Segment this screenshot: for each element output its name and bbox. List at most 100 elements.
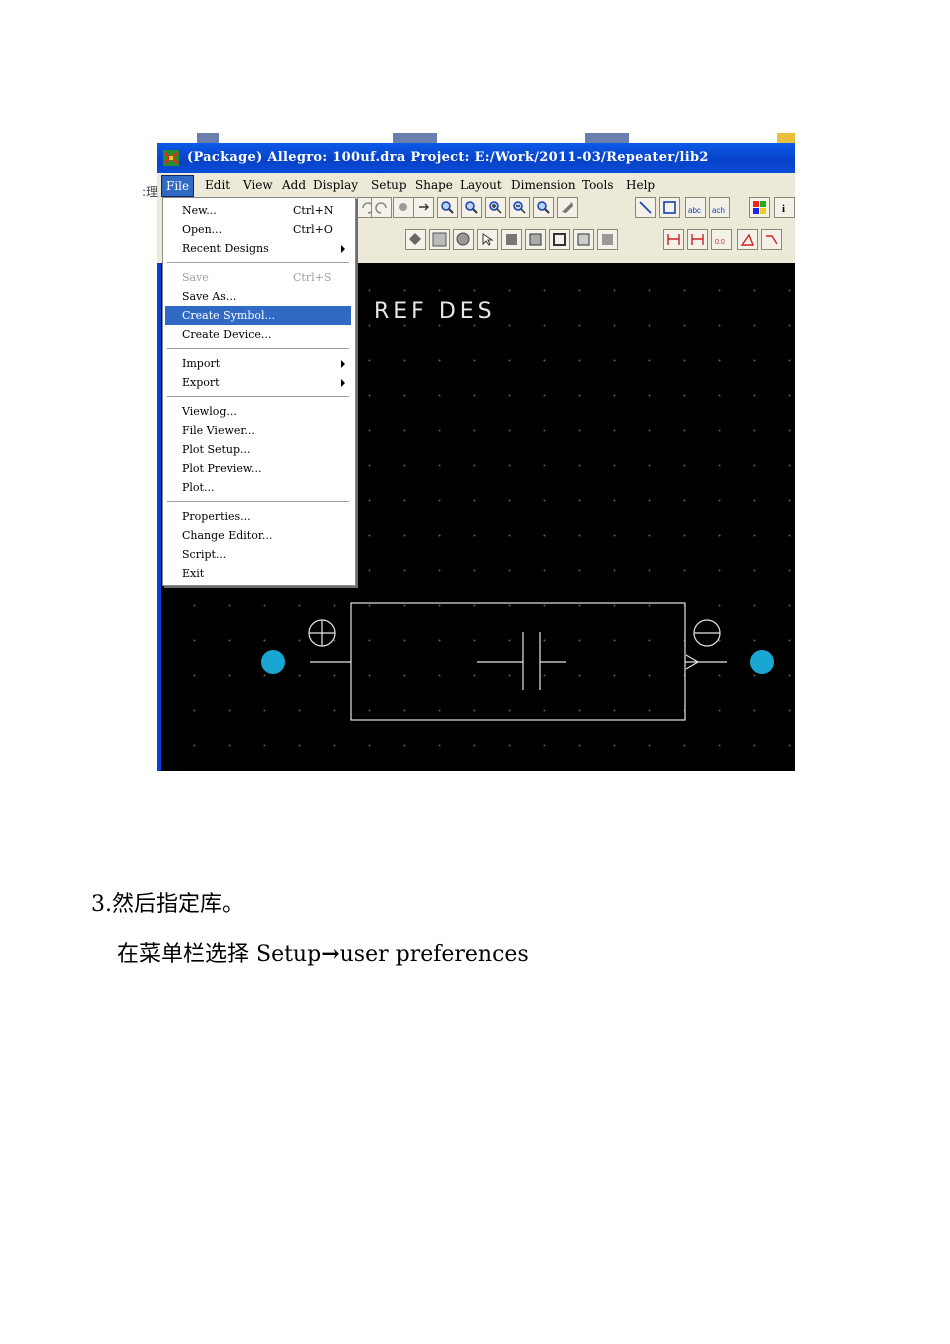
menu-separator bbox=[167, 501, 349, 503]
menu-item-new[interactable]: New... Ctrl+N bbox=[165, 201, 351, 220]
menu-view[interactable]: View bbox=[243, 178, 273, 192]
menu-edit[interactable]: Edit bbox=[205, 178, 230, 192]
allegro-app-icon bbox=[163, 150, 179, 166]
svg-text:i: i bbox=[782, 203, 785, 215]
move-icon[interactable] bbox=[405, 229, 426, 250]
dimension-linear-icon[interactable] bbox=[687, 229, 708, 250]
menu-tools[interactable]: Tools bbox=[582, 178, 614, 192]
menu-item-change-editor[interactable]: Change Editor... bbox=[165, 526, 351, 545]
menu-help[interactable]: Help bbox=[626, 178, 655, 192]
add-line-icon[interactable] bbox=[635, 197, 656, 218]
menu-item-label: Import bbox=[182, 357, 221, 370]
menu-item-label: Viewlog... bbox=[182, 405, 237, 418]
menu-item-script[interactable]: Script... bbox=[165, 545, 351, 564]
redo-icon[interactable] bbox=[371, 197, 392, 218]
change-text-icon[interactable]: ach bbox=[709, 197, 730, 218]
menu-item-label: Open... bbox=[182, 223, 223, 236]
menu-item-open[interactable]: Open... Ctrl+O bbox=[165, 220, 351, 239]
instruction-arrow: → bbox=[321, 941, 340, 967]
menu-item-export[interactable]: Export bbox=[165, 373, 351, 392]
menu-item-viewlog[interactable]: Viewlog... bbox=[165, 402, 351, 421]
menu-item-shortcut: Ctrl+N bbox=[293, 204, 334, 217]
add-text-icon[interactable]: abc bbox=[685, 197, 706, 218]
dimension-icon[interactable] bbox=[663, 229, 684, 250]
menu-dimension[interactable]: Dimension bbox=[511, 178, 576, 192]
redraw-icon[interactable] bbox=[557, 197, 578, 218]
menu-add[interactable]: Add bbox=[282, 178, 306, 192]
menu-shape[interactable]: Shape bbox=[415, 178, 453, 192]
zoom-points-icon[interactable] bbox=[437, 197, 458, 218]
pick-icon[interactable] bbox=[413, 197, 434, 218]
stop-icon[interactable] bbox=[393, 197, 414, 218]
menu-item-recent-designs[interactable]: Recent Designs bbox=[165, 239, 351, 258]
menu-item-plot[interactable]: Plot... bbox=[165, 478, 351, 497]
menu-item-label: Script... bbox=[182, 548, 227, 561]
window-title: (Package) Allegro: 100uf.dra Project: E:… bbox=[187, 150, 709, 165]
svg-text:ach: ach bbox=[712, 206, 725, 215]
menu-item-label: Save bbox=[182, 271, 209, 284]
menu-item-exit[interactable]: Exit bbox=[165, 564, 351, 583]
menu-item-label: Properties... bbox=[182, 510, 251, 523]
menu-separator bbox=[167, 396, 349, 398]
menu-item-plot-preview[interactable]: Plot Preview... bbox=[165, 459, 351, 478]
zoom-out-icon[interactable] bbox=[509, 197, 530, 218]
menu-item-label: Exit bbox=[182, 567, 205, 580]
menu-item-label: Plot... bbox=[182, 481, 215, 494]
menu-item-file-viewer[interactable]: File Viewer... bbox=[165, 421, 351, 440]
file-menu-dropdown: New... Ctrl+N Open... Ctrl+O Recent Designs S… bbox=[162, 197, 356, 586]
cursor-icon[interactable] bbox=[477, 229, 498, 250]
menu-setup[interactable]: Setup bbox=[371, 178, 407, 192]
svg-text:abc: abc bbox=[688, 206, 701, 215]
zoom-world-icon[interactable] bbox=[533, 197, 554, 218]
menu-item-label: New... bbox=[182, 204, 217, 217]
allegro-screenshot: (Package) Allegro: 100uf.dra Project: E:… bbox=[157, 129, 795, 771]
menu-item-label: Plot Setup... bbox=[182, 443, 251, 456]
instruction-prefix: 在菜单栏选择 Setup bbox=[117, 942, 322, 967]
pad-icon[interactable] bbox=[453, 229, 474, 250]
chamfer-icon[interactable] bbox=[761, 229, 782, 250]
menu-item-label: File Viewer... bbox=[182, 424, 255, 437]
shape-select-icon[interactable] bbox=[597, 229, 618, 250]
menu-item-save[interactable]: Save Ctrl+S bbox=[165, 268, 351, 287]
menu-item-plot-setup[interactable]: Plot Setup... bbox=[165, 440, 351, 459]
menu-item-save-as[interactable]: Save As... bbox=[165, 287, 351, 306]
menu-item-label: Recent Designs bbox=[182, 242, 269, 255]
menu-item-label: Change Editor... bbox=[182, 529, 273, 542]
grid-icon[interactable] bbox=[429, 229, 450, 250]
zoom-in-icon[interactable] bbox=[485, 197, 506, 218]
document-heading: 3.然后指定库。 bbox=[91, 892, 244, 917]
menu-item-import[interactable]: Import bbox=[165, 354, 351, 373]
menu-bar: File Edit View Add Display Setup Shape Layout Di… bbox=[157, 173, 795, 198]
shape-fill-icon[interactable] bbox=[501, 229, 522, 250]
background-window-strip bbox=[157, 129, 795, 143]
menu-file[interactable]: File bbox=[161, 175, 195, 197]
document-instruction: 在菜单栏选择 Setup→user preferences bbox=[117, 936, 529, 968]
dimension-datum-icon[interactable]: 0.0 bbox=[711, 229, 732, 250]
menu-item-properties[interactable]: Properties... bbox=[165, 507, 351, 526]
menu-item-label: Create Symbol... bbox=[182, 309, 276, 322]
info-icon[interactable]: i bbox=[774, 197, 795, 218]
menu-separator bbox=[167, 348, 349, 350]
pad-1[interactable] bbox=[261, 650, 285, 674]
instruction-suffix: user preferences bbox=[339, 942, 529, 967]
menu-separator bbox=[167, 262, 349, 264]
menu-item-create-device[interactable]: Create Device... bbox=[165, 325, 351, 344]
menu-item-shortcut: Ctrl+O bbox=[293, 223, 333, 236]
ref-des-label: REF DES bbox=[374, 299, 496, 324]
background-text-fragment: :理 bbox=[142, 185, 159, 199]
angle-icon[interactable] bbox=[737, 229, 758, 250]
add-rect-icon[interactable] bbox=[659, 197, 680, 218]
color-icon[interactable] bbox=[749, 197, 770, 218]
menu-display[interactable]: Display bbox=[313, 178, 358, 192]
shape-edit-icon[interactable] bbox=[549, 229, 570, 250]
menu-item-label: Plot Preview... bbox=[182, 462, 262, 475]
shape-void-icon[interactable] bbox=[525, 229, 546, 250]
menu-layout[interactable]: Layout bbox=[460, 178, 502, 192]
zoom-fit-icon[interactable] bbox=[461, 197, 482, 218]
submenu-arrow-icon bbox=[341, 360, 345, 368]
pad-2[interactable] bbox=[750, 650, 774, 674]
title-bar[interactable]: (Package) Allegro: 100uf.dra Project: E:… bbox=[157, 143, 795, 173]
shape-merge-icon[interactable] bbox=[573, 229, 594, 250]
menu-item-create-symbol[interactable]: Create Symbol... bbox=[165, 306, 351, 325]
menu-item-label: Create Device... bbox=[182, 328, 272, 341]
